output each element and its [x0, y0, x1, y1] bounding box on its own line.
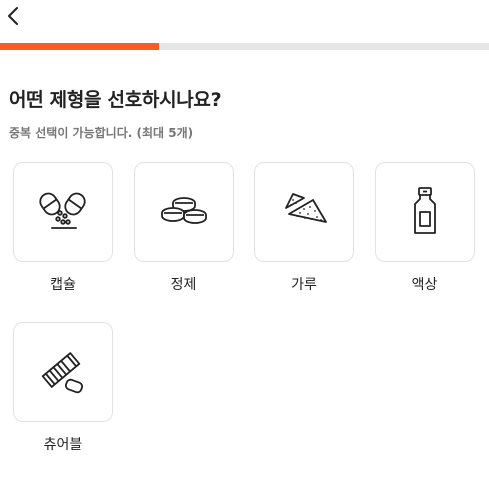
capsule-icon	[33, 182, 93, 242]
progress-bar	[0, 43, 489, 50]
option-liquid[interactable]: 액상	[374, 162, 475, 294]
option-card[interactable]	[13, 162, 113, 262]
option-label: 캡슐	[50, 277, 76, 293]
option-label: 정제	[170, 277, 197, 293]
option-chewable[interactable]: 츄어블	[13, 322, 113, 454]
chevron-left-icon	[8, 7, 18, 25]
option-capsule[interactable]: 캡슐	[13, 162, 113, 294]
option-tablet[interactable]: 정제	[133, 162, 234, 294]
option-card[interactable]	[133, 162, 234, 262]
option-card[interactable]	[254, 162, 354, 262]
chewable-icon	[33, 342, 93, 402]
option-powder[interactable]: 가루	[254, 162, 354, 294]
tablet-icon	[154, 182, 214, 242]
question-title: 어떤 제형을 선호하시나요?	[9, 89, 222, 111]
liquid-bottle-icon	[395, 182, 455, 242]
powder-icon	[274, 182, 334, 242]
option-card[interactable]	[13, 322, 113, 422]
progress-fill	[0, 43, 159, 50]
option-label: 가루	[291, 277, 317, 293]
back-button[interactable]	[2, 4, 26, 28]
option-label: 츄어블	[43, 437, 83, 453]
option-card[interactable]	[374, 162, 475, 262]
option-label: 액상	[411, 277, 438, 293]
question-subtitle: 중복 선택이 가능합니다. (최대 5개)	[9, 126, 194, 140]
dosage-form-options: 캡슐 정제 가루 액상 츄어블	[13, 162, 483, 454]
